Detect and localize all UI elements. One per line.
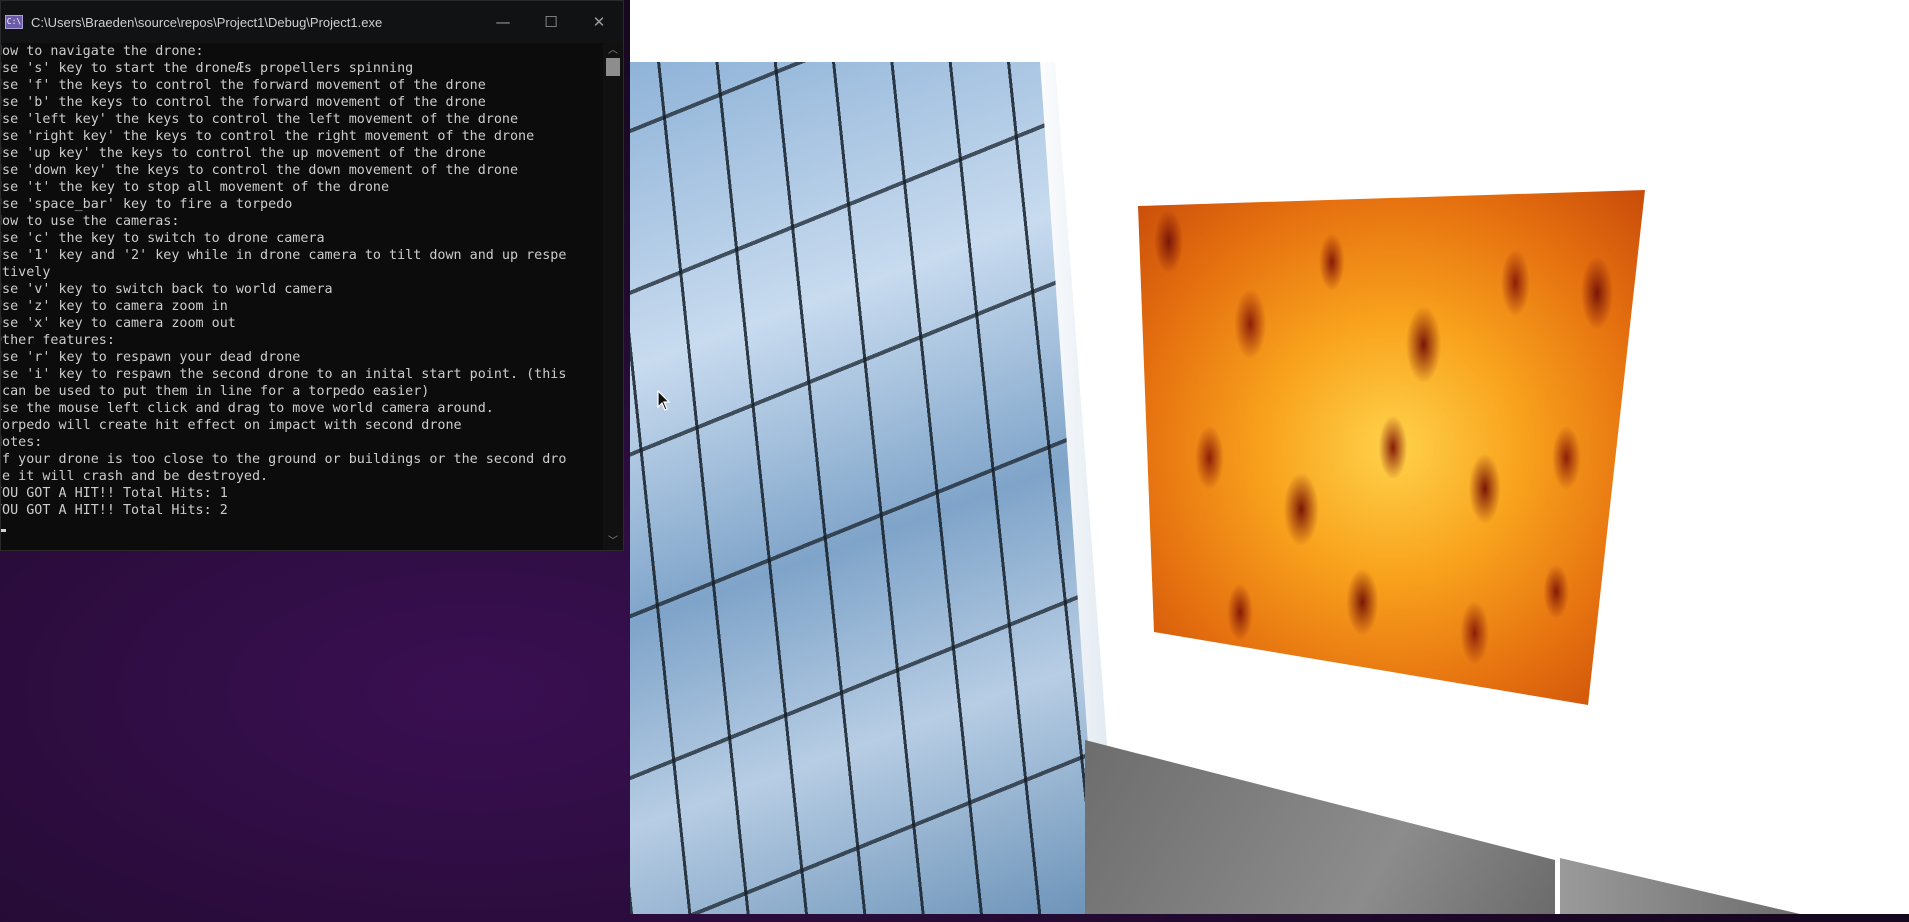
console-line: If your drone is too close to the ground… — [1, 452, 567, 467]
console-line: Use 'x' key to camera zoom out — [1, 316, 236, 331]
console-line: Notes: — [1, 435, 43, 450]
console-line: Use 'c' the key to switch to drone camer… — [1, 231, 325, 246]
block-corner — [1560, 858, 1800, 914]
console-line: Use '1' key and '2' key while in drone c… — [1, 248, 567, 263]
opengl-viewport[interactable] — [630, 0, 1909, 914]
ground-texture — [1085, 740, 1555, 914]
console-line: can be used to put them in line for a to… — [1, 384, 430, 399]
console-titlebar[interactable]: C:\ C:\Users\Braeden\source\repos\Projec… — [1, 1, 623, 43]
console-line: Use 'z' key to camera zoom in — [1, 299, 228, 314]
console-line: Torpedo will create hit effect on impact… — [1, 418, 462, 433]
console-line: Use 'down key' the keys to control the d… — [1, 163, 519, 178]
console-line: YOU GOT A HIT!! Total Hits: 2 — [1, 503, 228, 518]
console-line: Use 's' key to start the droneÆs propell… — [1, 61, 414, 76]
console-line: YOU GOT A HIT!! Total Hits: 1 — [1, 486, 228, 501]
console-text-lines: How to navigate the drone: Use 's' key to… — [1, 43, 598, 519]
console-line: Use the mouse left click and drag to mov… — [1, 401, 494, 416]
console-line: Use 'r' key to respawn your dead drone — [1, 350, 301, 365]
console-output[interactable]: How to navigate the drone: Use 's' key to… — [1, 43, 605, 550]
console-line: How to use the cameras: — [1, 214, 180, 229]
console-line: Use 'right key' the keys to control the … — [1, 129, 535, 144]
fire-texture-wall — [1138, 190, 1645, 705]
console-line: Use 'f' the keys to control the forward … — [1, 78, 486, 93]
console-line: Use 't' the key to stop all movement of … — [1, 180, 390, 195]
console-line: How to navigate the drone: — [1, 44, 204, 59]
console-line: Use 'b' the keys to control the forward … — [1, 95, 486, 110]
console-line: Use 'up key' the keys to control the up … — [1, 146, 486, 161]
scroll-up-arrow-icon[interactable]: ︿ — [603, 43, 623, 59]
console-scrollbar[interactable]: ︿ ﹀ — [603, 43, 623, 550]
console-line: Use 'space_bar' key to fire a torpedo — [1, 197, 293, 212]
console-line: Other features: — [1, 333, 115, 348]
scroll-thumb[interactable] — [606, 58, 620, 76]
console-app-icon: C:\ — [5, 15, 23, 29]
console-line: ctively — [1, 265, 51, 280]
console-window[interactable]: C:\ C:\Users\Braeden\source\repos\Projec… — [0, 0, 624, 551]
console-line: Use 'i' key to respawn the second drone … — [1, 367, 567, 382]
building-texture — [630, 62, 1100, 914]
close-button[interactable]: ✕ — [575, 1, 623, 43]
console-line: ne it will crash and be destroyed. — [1, 469, 269, 484]
console-line: Use 'v' key to switch back to world came… — [1, 282, 333, 297]
text-cursor — [1, 529, 6, 532]
scroll-down-arrow-icon[interactable]: ﹀ — [603, 534, 623, 550]
maximize-button[interactable]: ☐ — [527, 1, 575, 43]
console-title: C:\Users\Braeden\source\repos\Project1\D… — [31, 14, 383, 30]
minimize-button[interactable]: — — [479, 1, 527, 43]
console-line: Use 'left key' the keys to control the l… — [1, 112, 519, 127]
